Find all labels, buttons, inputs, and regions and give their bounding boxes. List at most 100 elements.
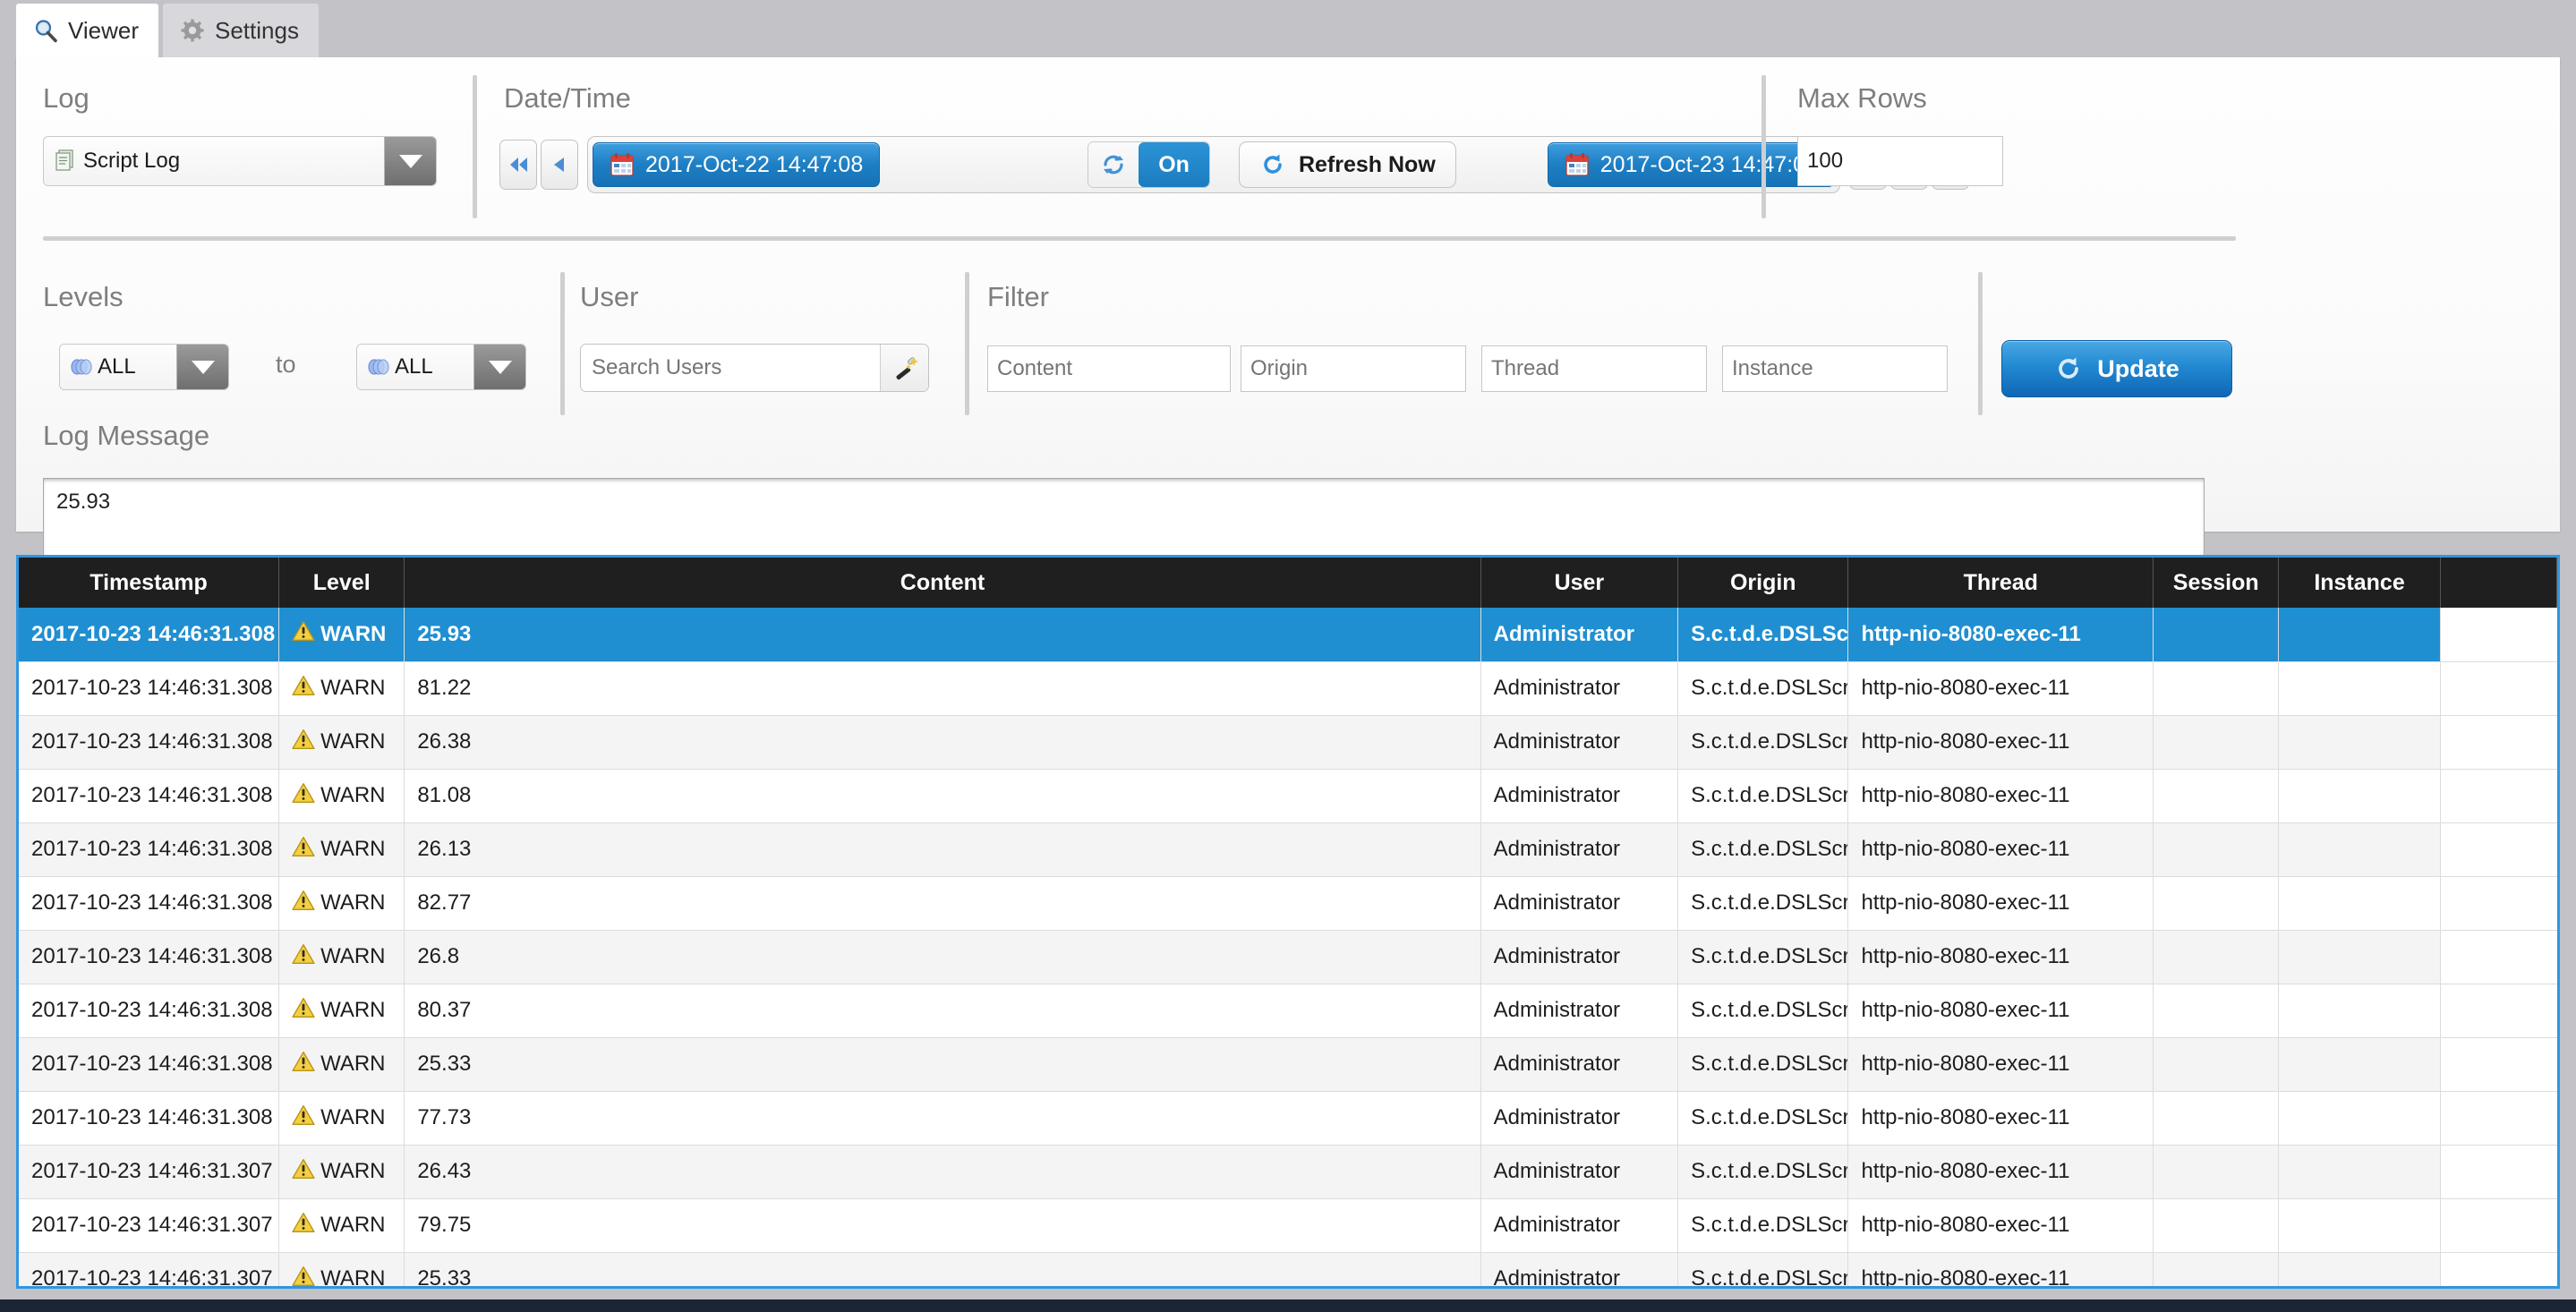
table-row[interactable]: 2017-10-23 14:46:31.308 WARN 82.77 Administ… — [19, 876, 2557, 931]
column-header-user[interactable]: User — [1480, 558, 1679, 608]
table-row[interactable]: 2017-10-23 14:46:31.308 WARN 26.13 Administ… — [19, 822, 2557, 877]
chevron-down-icon-level-to[interactable] — [473, 345, 525, 389]
level-cell: WARN — [278, 769, 405, 823]
table-row[interactable]: 2017-10-23 14:46:31.308 WARN 77.73 Administ… — [19, 1091, 2557, 1146]
row-gutter — [2440, 1091, 2557, 1146]
warning-icon — [292, 1103, 315, 1133]
user-cell: Administrator — [1480, 1037, 1679, 1092]
datetime-controls-group: 2017-Oct-22 14:47:08 On Refresh Now 2017… — [587, 136, 1840, 193]
table-row[interactable]: 2017-10-23 14:46:31.308 WARN 26.8 Administr… — [19, 930, 2557, 984]
filter-section-label: Filter — [987, 281, 1049, 312]
session-cell — [2153, 1145, 2280, 1199]
step-back-icon[interactable] — [541, 140, 578, 190]
origin-cell: S.c.t.d.e.DSLScript — [1677, 876, 1849, 931]
row-gutter — [2440, 930, 2557, 984]
levels-section-label: Levels — [43, 281, 124, 312]
table-row[interactable]: 2017-10-23 14:46:31.308 WARN 26.38 Administ… — [19, 715, 2557, 770]
content-cell: 25.33 — [404, 1252, 1481, 1286]
tab-settings[interactable]: Settings — [163, 4, 319, 57]
instance-cell — [2278, 608, 2441, 662]
table-row[interactable]: 2017-10-23 14:46:31.308 WARN 25.33 Administ… — [19, 1037, 2557, 1092]
user-cell: Administrator — [1480, 1252, 1679, 1286]
column-header-instance[interactable]: Instance — [2278, 558, 2441, 608]
row-gutter — [2440, 984, 2557, 1038]
content-cell: 81.08 — [404, 769, 1481, 823]
end-datetime-button[interactable]: 2017-Oct-23 14:47:08 — [1547, 142, 1835, 187]
levels-to-label: to — [276, 351, 296, 378]
origin-cell: S.c.t.d.e.DSLScript — [1677, 1252, 1849, 1286]
refresh-now-button[interactable]: Refresh Now — [1238, 141, 1456, 188]
chevron-down-icon[interactable] — [384, 137, 436, 185]
column-header-thread[interactable]: Thread — [1847, 558, 2154, 608]
column-header-gutter — [2440, 558, 2557, 608]
column-header-origin[interactable]: Origin — [1677, 558, 1849, 608]
instance-cell — [2278, 1037, 2441, 1092]
user-section-label: User — [580, 281, 639, 312]
maxrows-section-label: Max Rows — [1797, 82, 1927, 114]
filter-content-input[interactable] — [987, 345, 1231, 392]
session-cell — [2153, 1091, 2280, 1146]
logmessage-textarea[interactable]: 25.93 — [43, 478, 2205, 564]
table-row[interactable]: 2017-10-23 14:46:31.308 WARN 25.93 Administ… — [19, 608, 2557, 662]
divider-datetime-maxrows — [1761, 75, 1766, 218]
autorefresh-toggle[interactable]: On — [1088, 141, 1210, 188]
level-to-value: ALL — [395, 354, 433, 379]
user-cell: Administrator — [1480, 1145, 1679, 1199]
level-from-select[interactable]: ALL — [59, 344, 229, 390]
content-cell: 81.22 — [404, 661, 1481, 716]
session-cell — [2153, 1198, 2280, 1253]
documents-icon — [53, 148, 80, 175]
content-cell: 80.37 — [404, 984, 1481, 1038]
end-datetime-value: 2017-Oct-23 14:47:08 — [1599, 151, 1818, 177]
session-cell — [2153, 769, 2280, 823]
level-cell: WARN — [278, 661, 405, 716]
content-cell: 26.38 — [404, 715, 1481, 770]
thread-cell: http-nio-8080-exec-11 — [1847, 661, 2154, 716]
magic-wand-icon[interactable] — [880, 345, 928, 391]
warning-icon — [292, 996, 315, 1026]
filter-origin-input[interactable] — [1241, 345, 1466, 392]
log-section-label: Log — [43, 82, 90, 114]
row-gutter — [2440, 661, 2557, 716]
thread-cell: http-nio-8080-exec-11 — [1847, 1091, 2154, 1146]
table-row[interactable]: 2017-10-23 14:46:31.308 WARN 80.37 Administ… — [19, 984, 2557, 1038]
update-button[interactable]: Update — [2001, 340, 2232, 397]
log-select[interactable]: Script Log — [43, 136, 437, 186]
instance-cell — [2278, 876, 2441, 931]
table-row[interactable]: 2017-10-23 14:46:31.308 WARN 81.22 Administ… — [19, 661, 2557, 716]
thread-cell: http-nio-8080-exec-11 — [1847, 984, 2154, 1038]
column-header-session[interactable]: Session — [2153, 558, 2280, 608]
column-header-timestamp[interactable]: Timestamp — [19, 558, 280, 608]
log-table-container[interactable]: Timestamp Level Content User Origin Thre… — [16, 555, 2560, 1289]
user-cell: Administrator — [1480, 661, 1679, 716]
table-row[interactable]: 2017-10-23 14:46:31.307 WARN 26.43 Administ… — [19, 1145, 2557, 1199]
origin-cell: S.c.t.d.e.DSLScript — [1677, 1198, 1849, 1253]
instance-cell — [2278, 1145, 2441, 1199]
thread-cell: http-nio-8080-exec-11 — [1847, 1037, 2154, 1092]
table-row[interactable]: 2017-10-23 14:46:31.307 WARN 25.33 Administ… — [19, 1252, 2557, 1286]
tab-viewer[interactable]: Viewer — [16, 4, 159, 57]
chevron-down-icon-level-from[interactable] — [176, 345, 228, 389]
origin-cell: S.c.t.d.e.DSLScript — [1677, 1145, 1849, 1199]
user-search-input[interactable] — [581, 345, 880, 391]
filter-instance-input[interactable] — [1722, 345, 1948, 392]
start-datetime-button[interactable]: 2017-Oct-22 14:47:08 — [593, 142, 881, 187]
instance-cell — [2278, 715, 2441, 770]
timestamp-cell: 2017-10-23 14:46:31.308 — [19, 876, 280, 931]
level-to-select[interactable]: ALL — [356, 344, 526, 390]
skip-to-start-icon[interactable] — [499, 140, 537, 190]
column-header-level[interactable]: Level — [278, 558, 405, 608]
warning-icon — [292, 781, 315, 811]
filter-thread-input[interactable] — [1481, 345, 1707, 392]
table-row[interactable]: 2017-10-23 14:46:31.307 WARN 79.75 Administ… — [19, 1198, 2557, 1253]
divider-levels-user — [560, 272, 565, 415]
column-header-content[interactable]: Content — [404, 558, 1481, 608]
level-label: WARN — [320, 1105, 386, 1129]
thread-cell: http-nio-8080-exec-11 — [1847, 876, 2154, 931]
session-cell — [2153, 661, 2280, 716]
session-cell — [2153, 984, 2280, 1038]
maxrows-input[interactable]: 100 — [1797, 136, 2003, 186]
warning-icon — [292, 619, 315, 649]
table-row[interactable]: 2017-10-23 14:46:31.308 WARN 81.08 Administ… — [19, 769, 2557, 823]
level-cell: WARN — [278, 1145, 405, 1199]
